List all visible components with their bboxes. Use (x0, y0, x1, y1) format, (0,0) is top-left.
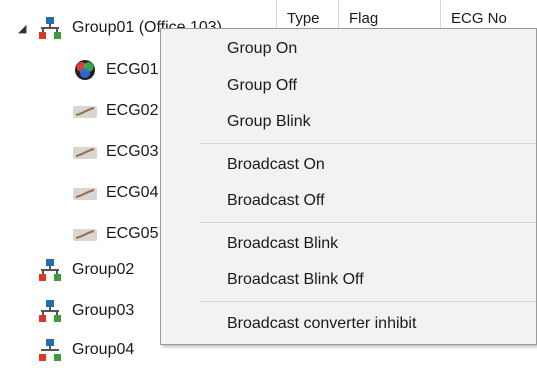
menu-separator (199, 222, 536, 223)
menu-item-label: Broadcast Blink (227, 235, 339, 252)
tree-node-label: ECG02 (106, 102, 159, 119)
ecg-device-icon (73, 188, 97, 200)
tree-node-label: Group03 (72, 302, 135, 319)
rgb-color-icon (75, 60, 95, 80)
ecg-device-icon (73, 106, 97, 118)
menu-item-group-blink[interactable]: Group Blink (227, 107, 311, 137)
network-group-icon (39, 17, 61, 39)
menu-item-broadcast-converter-inhibit[interactable]: Broadcast converter inhibit (227, 309, 416, 339)
network-group-icon (39, 300, 61, 322)
menu-item-broadcast-blink-off[interactable]: Broadcast Blink Off (227, 265, 364, 295)
menu-item-label: Broadcast Blink Off (227, 271, 364, 288)
tree-node-label: Group04 (72, 341, 135, 358)
menu-item-broadcast-on[interactable]: Broadcast On (227, 150, 325, 180)
tree-node-label: ECG05 (106, 225, 159, 242)
tree-node-group04[interactable]: Group04 (38, 332, 134, 368)
tree-node-label: ECG04 (106, 184, 159, 201)
menu-item-label: Broadcast Off (227, 192, 325, 209)
menu-item-label: Group Off (227, 77, 297, 94)
expand-arrow-icon[interactable]: ◢ (18, 22, 30, 35)
ecg-device-icon (73, 147, 97, 159)
menu-item-label: Group Blink (227, 113, 311, 130)
menu-item-broadcast-blink[interactable]: Broadcast Blink (227, 229, 338, 259)
menu-item-broadcast-off[interactable]: Broadcast Off (227, 186, 325, 216)
column-header-label: Flag (349, 9, 379, 27)
network-group-icon (39, 259, 61, 281)
tree-node-ecg03[interactable]: ECG03 (72, 134, 158, 170)
context-menu: Group On Group Off Group Blink Broadcast… (160, 28, 537, 345)
column-header-label: Type (287, 9, 320, 27)
menu-separator (199, 301, 536, 302)
tree-node-group03[interactable]: Group03 (38, 293, 134, 329)
menu-item-group-off[interactable]: Group Off (227, 71, 297, 101)
tree-node-ecg05[interactable]: ECG05 (72, 216, 158, 252)
tree-node-ecg01[interactable]: ECG01 (72, 52, 158, 88)
network-group-icon (39, 339, 61, 361)
tree-node-label: ECG03 (106, 143, 159, 160)
tree-node-ecg04[interactable]: ECG04 (72, 175, 158, 211)
tree-node-label: Group02 (72, 261, 135, 278)
tree-node-group02[interactable]: Group02 (38, 252, 134, 288)
menu-item-label: Group On (227, 40, 298, 57)
ecg-device-icon (73, 229, 97, 241)
menu-item-label: Broadcast On (227, 156, 325, 173)
tree-node-label: ECG01 (106, 61, 159, 78)
menu-item-label: Broadcast converter inhibit (227, 315, 417, 332)
menu-item-group-on[interactable]: Group On (227, 34, 297, 64)
menu-separator (199, 143, 536, 144)
column-header-label: ECG No (451, 9, 507, 27)
tree-node-ecg02[interactable]: ECG02 (72, 93, 158, 129)
